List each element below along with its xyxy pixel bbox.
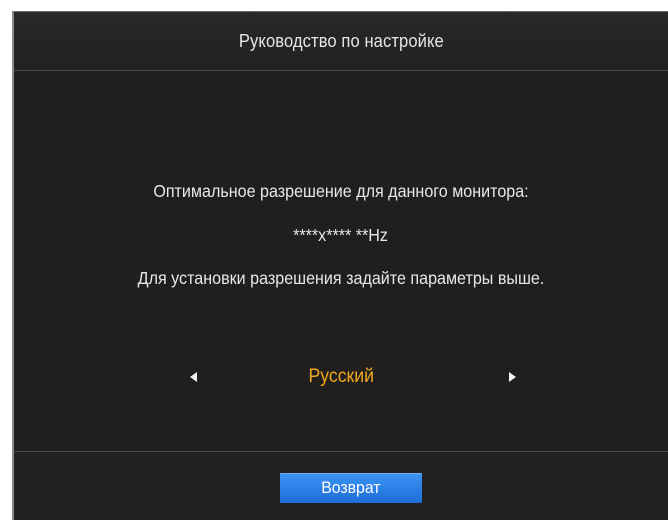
optimal-resolution-message: Оптимальное разрешение для данного монит… [14,181,668,202]
optimal-resolution-text: Оптимальное разрешение для данного монит… [153,181,529,201]
language-value: Русский [14,366,668,388]
dialog-header: Руководство по настройке [14,12,668,71]
return-button[interactable]: Возврат [280,473,422,503]
setup-guide-dialog: Руководство по настройке Оптимальное раз… [12,11,668,520]
dialog-title: Руководство по настройке [238,30,444,51]
triangle-right-icon[interactable] [509,372,516,382]
resolution-text: ****x**** **Hz [293,225,389,245]
instruction-text: Для установки разрешения задайте парамет… [137,268,545,288]
dialog-footer: Возврат [14,451,668,520]
return-button-label: Возврат [321,478,381,497]
language-label: Русский [308,366,374,387]
language-selector[interactable]: Русский [14,366,668,390]
instruction-message: Для установки разрешения задайте парамет… [14,268,668,289]
resolution-value: ****x**** **Hz [14,225,668,246]
